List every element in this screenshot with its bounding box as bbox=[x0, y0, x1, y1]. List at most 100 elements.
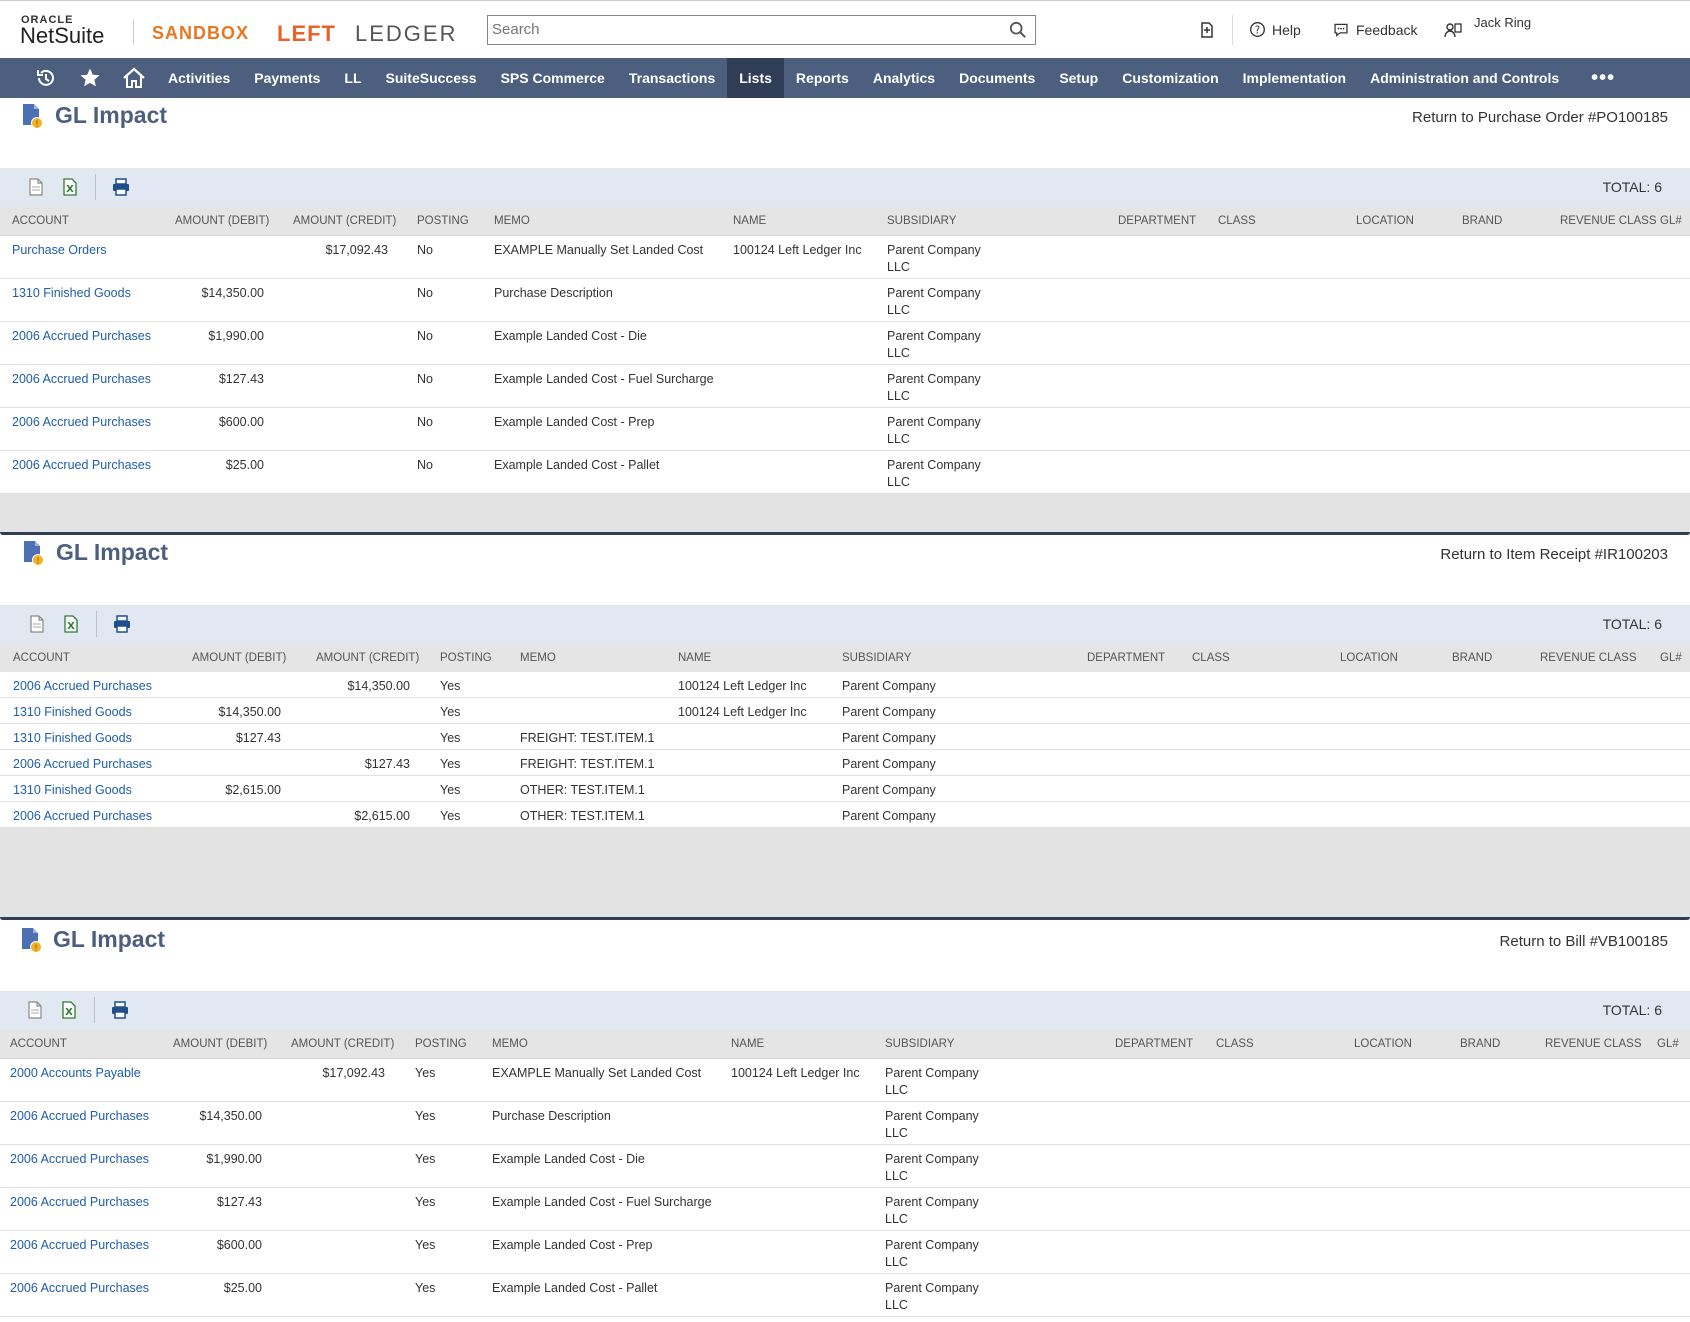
column-header[interactable]: POSTING bbox=[440, 652, 492, 664]
account-link[interactable]: 2006 Accrued Purchases bbox=[12, 414, 162, 431]
recent-icon[interactable] bbox=[24, 58, 68, 98]
nav-item-activities[interactable]: Activities bbox=[156, 58, 242, 98]
global-search[interactable] bbox=[487, 15, 1036, 45]
nav-item-transactions[interactable]: Transactions bbox=[617, 58, 727, 98]
account-link[interactable]: 2006 Accrued Purchases bbox=[12, 328, 162, 345]
nav-item-implementation[interactable]: Implementation bbox=[1231, 58, 1358, 98]
nav-item-ll[interactable]: LL bbox=[332, 58, 373, 98]
column-header[interactable]: AMOUNT (DEBIT) bbox=[173, 1038, 267, 1050]
column-header[interactable]: AMOUNT (DEBIT) bbox=[175, 215, 269, 227]
nav-item-administration-and-controls[interactable]: Administration and Controls bbox=[1358, 58, 1571, 98]
account-link[interactable]: 2006 Accrued Purchases bbox=[10, 1280, 160, 1297]
column-header[interactable]: LOCATION bbox=[1356, 215, 1414, 227]
svg-text:!: ! bbox=[34, 943, 37, 952]
export-excel-icon[interactable]: X bbox=[59, 1000, 79, 1020]
column-header[interactable]: BRAND bbox=[1460, 1038, 1500, 1050]
column-header[interactable]: NAME bbox=[678, 652, 711, 664]
column-header[interactable]: LOCATION bbox=[1354, 1038, 1412, 1050]
column-header[interactable]: LOCATION bbox=[1340, 652, 1398, 664]
column-header[interactable]: MEMO bbox=[492, 1038, 528, 1050]
column-header[interactable]: AMOUNT (CREDIT) bbox=[293, 215, 396, 227]
column-header[interactable]: SUBSIDIARY bbox=[885, 1038, 954, 1050]
column-header[interactable]: CLASS bbox=[1216, 1038, 1254, 1050]
search-input[interactable] bbox=[488, 16, 996, 42]
user-name[interactable]: Jack Ring bbox=[1474, 15, 1531, 30]
account-link[interactable]: 2006 Accrued Purchases bbox=[12, 457, 162, 474]
nav-item-sps-commerce[interactable]: SPS Commerce bbox=[489, 58, 617, 98]
column-header[interactable]: POSTING bbox=[415, 1038, 467, 1050]
column-header[interactable]: AMOUNT (CREDIT) bbox=[316, 652, 419, 664]
column-header[interactable]: CLASS bbox=[1218, 215, 1256, 227]
column-header[interactable]: ACCOUNT bbox=[10, 1038, 67, 1050]
column-header[interactable]: DEPARTMENT bbox=[1118, 215, 1196, 227]
export-csv-icon[interactable] bbox=[25, 1000, 45, 1020]
recent-records-icon bbox=[1201, 22, 1213, 38]
feedback-button[interactable]: Feedback bbox=[1332, 21, 1417, 38]
column-header[interactable]: CLASS bbox=[1192, 652, 1230, 664]
nav-item-suitesuccess[interactable]: SuiteSuccess bbox=[374, 58, 489, 98]
more-menu-icon[interactable]: ••• bbox=[1591, 67, 1615, 90]
nav-item-analytics[interactable]: Analytics bbox=[861, 58, 947, 98]
column-header[interactable]: NAME bbox=[733, 215, 766, 227]
column-header[interactable]: DEPARTMENT bbox=[1087, 652, 1165, 664]
account-link[interactable]: 2006 Accrued Purchases bbox=[10, 1237, 160, 1254]
help-icon: ? bbox=[1250, 22, 1265, 37]
column-header[interactable]: AMOUNT (CREDIT) bbox=[291, 1038, 394, 1050]
return-link[interactable]: Return to Item Receipt #IR100203 bbox=[1440, 546, 1668, 563]
column-header[interactable]: DEPARTMENT bbox=[1115, 1038, 1193, 1050]
export-excel-icon[interactable]: X bbox=[60, 177, 80, 197]
column-header[interactable]: SUBSIDIARY bbox=[842, 652, 911, 664]
column-header[interactable]: MEMO bbox=[494, 215, 530, 227]
home-icon[interactable] bbox=[112, 58, 156, 98]
nav-item-documents[interactable]: Documents bbox=[947, 58, 1047, 98]
export-csv-icon[interactable] bbox=[26, 177, 46, 197]
column-header[interactable]: BRAND bbox=[1462, 215, 1502, 227]
column-header[interactable]: BRAND bbox=[1452, 652, 1492, 664]
nav-item-setup[interactable]: Setup bbox=[1047, 58, 1110, 98]
account-link[interactable]: 2006 Accrued Purchases bbox=[13, 808, 173, 825]
account-link[interactable]: 1310 Finished Goods bbox=[13, 730, 173, 747]
column-header[interactable]: SUBSIDIARY bbox=[887, 215, 956, 227]
favorites-star-icon[interactable] bbox=[68, 58, 112, 98]
account-link[interactable]: Purchase Orders bbox=[12, 242, 162, 259]
column-header[interactable]: ACCOUNT bbox=[12, 215, 69, 227]
column-header[interactable]: GL# bbox=[1657, 1038, 1679, 1050]
account-link[interactable]: 1310 Finished Goods bbox=[12, 285, 162, 302]
column-header[interactable]: POSTING bbox=[417, 215, 469, 227]
column-header[interactable]: REVENUE CLASS bbox=[1560, 215, 1657, 227]
nav-item-lists[interactable]: Lists bbox=[727, 58, 784, 98]
nav-item-reports[interactable]: Reports bbox=[784, 58, 861, 98]
return-link[interactable]: Return to Bill #VB100185 bbox=[1500, 933, 1668, 950]
account-link[interactable]: 2006 Accrued Purchases bbox=[13, 756, 173, 773]
search-icon[interactable] bbox=[1009, 21, 1027, 39]
export-excel-icon[interactable]: X bbox=[61, 614, 81, 634]
print-icon[interactable] bbox=[111, 177, 131, 197]
account-link[interactable]: 2006 Accrued Purchases bbox=[13, 678, 173, 695]
export-csv-icon[interactable] bbox=[27, 614, 47, 634]
return-link[interactable]: Return to Purchase Order #PO100185 bbox=[1412, 109, 1668, 126]
memo-value: Purchase Description bbox=[492, 1109, 611, 1123]
account-link[interactable]: 2000 Accounts Payable bbox=[10, 1065, 160, 1082]
account-link[interactable]: 2006 Accrued Purchases bbox=[10, 1108, 160, 1125]
column-header[interactable]: NAME bbox=[731, 1038, 764, 1050]
column-header[interactable]: AMOUNT (DEBIT) bbox=[192, 652, 286, 664]
column-header[interactable]: REVENUE CLASS bbox=[1540, 652, 1637, 664]
account-link[interactable]: 2006 Accrued Purchases bbox=[12, 371, 162, 388]
account-link[interactable]: 2006 Accrued Purchases bbox=[10, 1151, 160, 1168]
column-header[interactable]: GL# bbox=[1660, 652, 1682, 664]
help-button[interactable]: ? Help bbox=[1249, 21, 1301, 38]
column-header[interactable]: GL# bbox=[1660, 215, 1682, 227]
column-header[interactable]: MEMO bbox=[520, 652, 556, 664]
netsuite-logo[interactable]: NetSuite bbox=[20, 23, 104, 49]
column-header[interactable]: REVENUE CLASS bbox=[1545, 1038, 1642, 1050]
account-link[interactable]: 2006 Accrued Purchases bbox=[10, 1194, 160, 1211]
column-header[interactable]: ACCOUNT bbox=[13, 652, 70, 664]
print-icon[interactable] bbox=[110, 1000, 130, 1020]
nav-item-customization[interactable]: Customization bbox=[1110, 58, 1230, 98]
nav-item-payments[interactable]: Payments bbox=[242, 58, 332, 98]
user-menu[interactable] bbox=[1443, 20, 1463, 40]
print-icon[interactable] bbox=[112, 614, 132, 634]
account-link[interactable]: 1310 Finished Goods bbox=[13, 782, 173, 799]
account-link[interactable]: 1310 Finished Goods bbox=[13, 704, 173, 721]
recent-records-button[interactable] bbox=[1197, 20, 1217, 40]
